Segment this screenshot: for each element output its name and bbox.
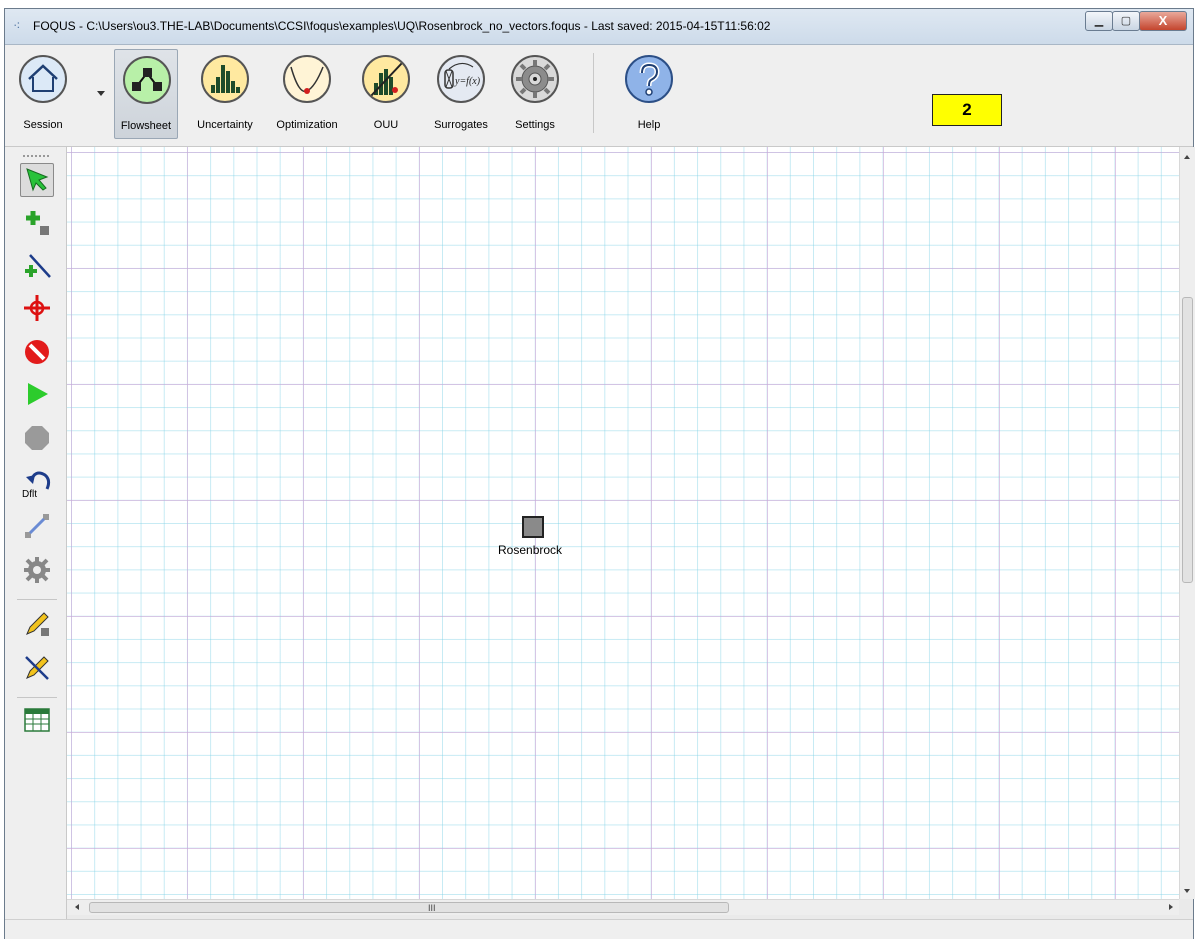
ouu-label: OUU [373, 119, 399, 131]
flowsheet-canvas[interactable]: Rosenbrock [67, 147, 1179, 899]
ribbon-separator [593, 53, 594, 133]
session-dropdown-arrow-icon[interactable] [97, 91, 105, 96]
node-label: Rosenbrock [498, 543, 563, 557]
uncertainty-label: Uncertainty [197, 119, 253, 131]
app-logo-icon: ⁖ [13, 18, 21, 33]
surrogate-icon-text: y=f(x) [454, 76, 481, 87]
scroll-left-arrow-icon[interactable] [75, 904, 79, 910]
optimization-label: Optimization [276, 119, 338, 131]
ouu-button[interactable]: OUU [354, 49, 418, 139]
vertical-scrollbar[interactable] [1179, 147, 1195, 899]
title-bar: ⁖ FOQUS - C:\Users\ou3.THE-LAB\Documents… [5, 9, 1193, 45]
foqus-window: ⁖ FOQUS - C:\Users\ou3.THE-LAB\Documents… [4, 8, 1195, 939]
delete-icon [25, 340, 49, 364]
help-question-icon [625, 55, 673, 103]
surrogates-label: Surrogates [434, 119, 488, 131]
surrogate-function-icon: y=f(x) [437, 55, 485, 103]
home-icon [19, 55, 67, 103]
horizontal-scrollbar[interactable]: III [67, 899, 1179, 915]
scroll-up-arrow-icon[interactable] [1184, 155, 1190, 159]
default-label: Dflt [22, 489, 37, 499]
center-view-tool[interactable] [20, 293, 54, 327]
edge-tool[interactable] [20, 511, 54, 545]
minimize-button[interactable]: ▁ [1085, 11, 1113, 31]
center-view-icon [24, 295, 50, 321]
settings-gear-ribbon-icon [511, 55, 559, 103]
session-label: Session [23, 119, 63, 131]
settings-tool[interactable] [20, 555, 54, 589]
run-icon [28, 383, 48, 405]
close-button[interactable]: X [1139, 11, 1187, 31]
flowsheet-label: Flowsheet [120, 120, 172, 132]
optimization-curve-icon [283, 55, 331, 103]
maximize-button[interactable]: ▢ [1112, 11, 1140, 31]
stop-icon [25, 426, 49, 450]
scroll-right-arrow-icon[interactable] [1169, 904, 1173, 910]
minimize-icon: ▁ [1094, 15, 1104, 27]
delete-annotation-tool[interactable] [20, 653, 54, 687]
delete-annotation-icon [25, 656, 49, 680]
table-tool[interactable] [20, 705, 54, 739]
help-button[interactable]: Help [617, 49, 681, 139]
settings-gear-icon [24, 557, 50, 583]
select-pointer-tool[interactable] [20, 163, 54, 197]
add-annotation-tool[interactable] [20, 609, 54, 643]
toolbar-grip[interactable] [23, 155, 49, 159]
ouu-icon [362, 55, 410, 103]
horizontal-scroll-thumb[interactable]: III [89, 902, 729, 913]
add-node-icon [26, 211, 49, 235]
edge-tool-icon [25, 514, 49, 538]
add-annotation-icon [26, 612, 49, 636]
settings-button[interactable]: Settings [503, 49, 567, 139]
close-icon: X [1158, 13, 1168, 28]
help-label: Help [637, 119, 661, 131]
vertical-scroll-thumb[interactable] [1182, 297, 1193, 583]
flowsheet-node[interactable] [522, 516, 544, 538]
table-icon [24, 708, 50, 732]
uncertainty-button[interactable]: Uncertainty [193, 49, 257, 139]
main-ribbon-toolbar: Session Flowsheet Uncertainty Optimizati… [5, 45, 1193, 147]
status-bar [5, 919, 1193, 939]
surrogates-button[interactable]: y=f(x) Surrogates [429, 49, 493, 139]
run-tool[interactable] [20, 379, 54, 413]
scroll-down-arrow-icon[interactable] [1184, 889, 1190, 893]
optimization-button[interactable]: Optimization [275, 49, 339, 139]
settings-label: Settings [515, 119, 555, 131]
add-node-tool[interactable] [20, 207, 54, 241]
add-edge-tool[interactable] [20, 251, 54, 285]
maximize-icon: ▢ [1120, 15, 1132, 27]
default-reset-icon: Dflt [22, 471, 51, 500]
select-pointer-icon [26, 168, 49, 192]
delete-tool[interactable] [20, 337, 54, 371]
flowsheet-button[interactable]: Flowsheet [114, 49, 178, 139]
window-title: FOQUS - C:\Users\ou3.THE-LAB\Documents\C… [33, 19, 771, 33]
flowsheet-icon [123, 56, 171, 104]
stop-tool[interactable] [20, 423, 54, 457]
tool-separator [17, 697, 57, 698]
default-reset-tool[interactable]: Dflt [20, 467, 54, 501]
annotation-badge: 2 [932, 94, 1002, 126]
add-edge-icon [25, 254, 51, 278]
tool-separator [17, 599, 57, 600]
scroll-grip: III [428, 903, 436, 913]
flowsheet-tool-strip: Dflt [5, 147, 67, 922]
session-button[interactable]: Session [11, 49, 75, 139]
histogram-icon [201, 55, 249, 103]
